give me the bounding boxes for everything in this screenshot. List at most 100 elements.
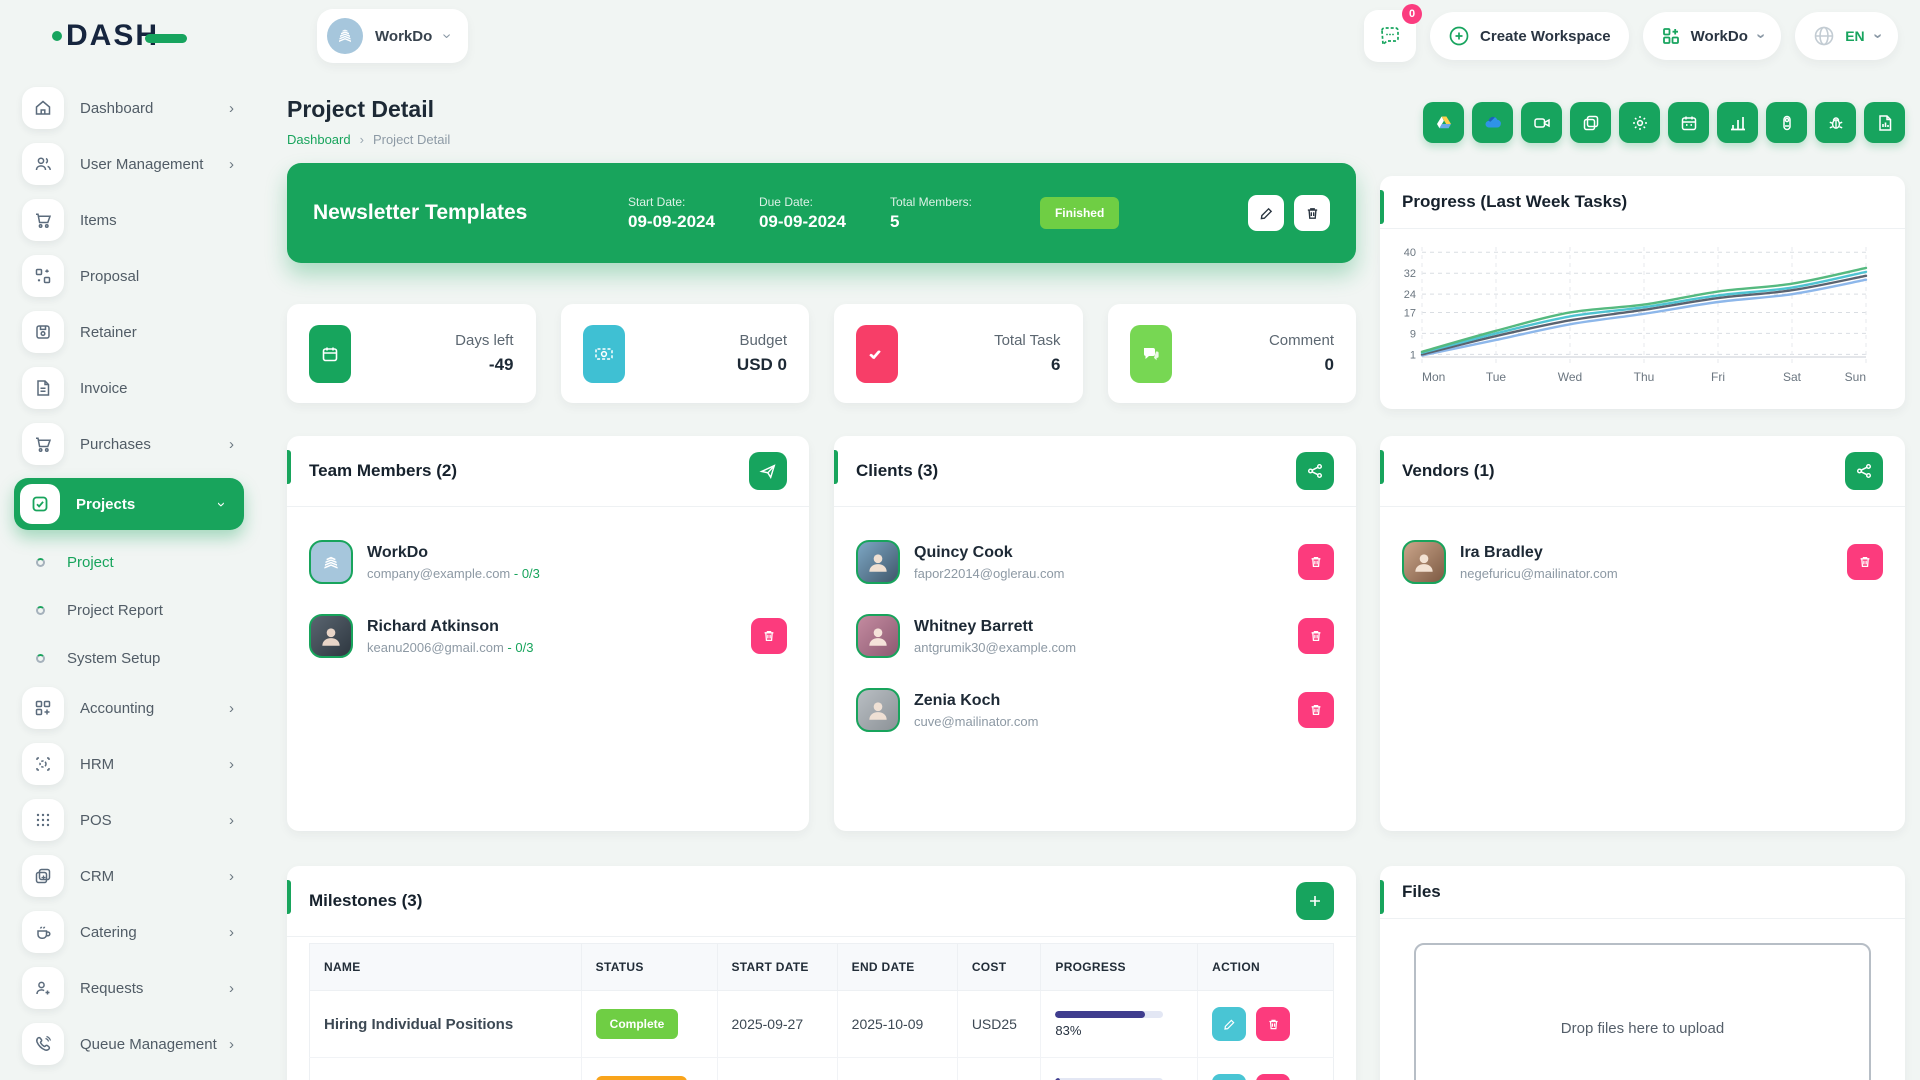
vendor-email: negefuricu@mailinator.com	[1460, 566, 1618, 581]
sidebar-item-crm[interactable]: CRM ›	[22, 854, 244, 898]
comments-icon	[1130, 325, 1172, 383]
google-drive-button[interactable]	[1423, 102, 1464, 143]
col-name: NAME	[310, 944, 582, 991]
copy-button[interactable]	[1570, 102, 1611, 143]
add-milestone-button[interactable]	[1296, 882, 1334, 920]
file-dropzone[interactable]: Drop files here to upload	[1414, 943, 1871, 1080]
sidebar-item-queue-management[interactable]: Queue Management ›	[22, 1022, 244, 1066]
language-code: EN	[1845, 28, 1864, 44]
trash-icon	[761, 628, 777, 644]
svg-text:32: 32	[1404, 268, 1416, 280]
coffee-icon	[22, 911, 64, 953]
chat-icon	[1378, 24, 1402, 48]
client-row: Zenia Koch cuve@mailinator.com	[834, 673, 1356, 747]
delete-member-button[interactable]	[751, 618, 787, 654]
delete-client-button[interactable]	[1298, 692, 1334, 728]
edit-milestone-button[interactable]	[1212, 1074, 1246, 1080]
topbar: DASH WorkDo › 0 Create Workspace WorkDo …	[0, 0, 1920, 72]
account-menu[interactable]: WorkDo ›	[1643, 12, 1782, 60]
breadcrumb-dashboard-link[interactable]: Dashboard	[287, 132, 351, 147]
col-status: STATUS	[581, 944, 717, 991]
svg-text:24: 24	[1404, 289, 1416, 301]
messages-button[interactable]: 0	[1364, 10, 1416, 62]
sidebar: Dashboard › User Management › Items Prop…	[0, 72, 256, 1080]
calendar-button[interactable]	[1668, 102, 1709, 143]
files-card: Files Drop files here to upload	[1380, 866, 1905, 1080]
sidebar-item-proposal[interactable]: Proposal	[22, 254, 244, 298]
bug-button[interactable]	[1815, 102, 1856, 143]
svg-text:17: 17	[1404, 307, 1416, 319]
send-icon	[759, 462, 777, 480]
progress-chart-card: Progress (Last Week Tasks) 4032241791Mon…	[1380, 176, 1905, 409]
card-accent	[1380, 880, 1384, 914]
milestone-status-badge: Complete	[596, 1009, 679, 1039]
share-icon	[1855, 462, 1873, 480]
trash-icon	[1308, 554, 1324, 570]
card-accent	[287, 880, 291, 914]
chevron-right-icon: ›	[229, 924, 234, 941]
bullet-icon	[36, 558, 45, 567]
sidebar-item-items[interactable]: Items	[22, 198, 244, 242]
svg-text:Wed: Wed	[1558, 370, 1582, 384]
member-avatar	[309, 614, 353, 658]
delete-vendor-button[interactable]	[1847, 544, 1883, 580]
file-report-button[interactable]	[1864, 102, 1905, 143]
layout-arrows-icon	[22, 255, 64, 297]
trash-icon	[1308, 628, 1324, 644]
settings-button[interactable]	[1619, 102, 1660, 143]
project-toolbar	[1423, 102, 1905, 143]
sidebar-item-accounting[interactable]: Accounting ›	[22, 686, 244, 730]
chevron-right-icon: ›	[229, 756, 234, 773]
trash-icon	[1857, 554, 1873, 570]
delete-milestone-button[interactable]	[1256, 1074, 1290, 1080]
breadcrumb-separator: ›	[360, 132, 364, 147]
file-text-icon	[22, 367, 64, 409]
stat-card-comment: Comment 0	[1108, 304, 1357, 403]
team-member-row: WorkDo company@example.com - 0/3	[287, 525, 809, 599]
sidebar-subitem-system-setup[interactable]: System Setup	[36, 638, 244, 678]
status-badge: Finished	[1040, 197, 1119, 229]
delete-client-button[interactable]	[1298, 618, 1334, 654]
stat-card-days-left: Days left -49	[287, 304, 536, 403]
sidebar-item-retainer[interactable]: Retainer	[22, 310, 244, 354]
trash-icon	[1308, 702, 1324, 718]
chevron-right-icon: ›	[229, 156, 234, 173]
stat-card-budget: Budget USD 0	[561, 304, 810, 403]
share-vendors-button[interactable]	[1845, 452, 1883, 490]
sidebar-subitem-project[interactable]: Project	[36, 542, 244, 582]
sidebar-item-projects[interactable]: Projects ›	[14, 478, 244, 530]
sidebar-item-dashboard[interactable]: Dashboard ›	[22, 86, 244, 130]
sidebar-item-user-management[interactable]: User Management ›	[22, 142, 244, 186]
create-workspace-button[interactable]: Create Workspace	[1430, 12, 1629, 60]
start-date-field: Start Date: 09-09-2024	[628, 195, 715, 232]
client-email: fapor22014@oglerau.com	[914, 566, 1065, 581]
workspace-selector[interactable]: WorkDo ›	[317, 9, 468, 63]
share-clients-button[interactable]	[1296, 452, 1334, 490]
copy-plus-icon	[22, 855, 64, 897]
sidebar-item-purchases[interactable]: Purchases ›	[22, 422, 244, 466]
project-name: Newsletter Templates	[313, 201, 628, 225]
sidebar-item-requests[interactable]: Requests ›	[22, 966, 244, 1010]
delete-milestone-button[interactable]	[1256, 1007, 1290, 1041]
client-email: cuve@mailinator.com	[914, 714, 1038, 729]
save-icon	[22, 311, 64, 353]
sidebar-item-catering[interactable]: Catering ›	[22, 910, 244, 954]
switch-button[interactable]	[1766, 102, 1807, 143]
edit-milestone-button[interactable]	[1212, 1007, 1246, 1041]
video-camera-button[interactable]	[1521, 102, 1562, 143]
sidebar-item-hrm[interactable]: HRM ›	[22, 742, 244, 786]
app-logo: DASH	[52, 19, 187, 53]
delete-project-button[interactable]	[1294, 195, 1330, 231]
delete-client-button[interactable]	[1298, 544, 1334, 580]
chart-title: Progress (Last Week Tasks)	[1402, 192, 1627, 212]
language-selector[interactable]: EN ›	[1795, 12, 1898, 60]
sidebar-item-pos[interactable]: POS ›	[22, 798, 244, 842]
edit-project-button[interactable]	[1248, 195, 1284, 231]
member-email: company@example.com	[367, 566, 510, 581]
bar-chart-button[interactable]	[1717, 102, 1758, 143]
sidebar-item-invoice[interactable]: Invoice	[22, 366, 244, 410]
invite-member-button[interactable]	[749, 452, 787, 490]
chevron-down-icon: ›	[439, 33, 455, 38]
sidebar-subitem-project-report[interactable]: Project Report	[36, 590, 244, 630]
onedrive-button[interactable]	[1472, 102, 1513, 143]
